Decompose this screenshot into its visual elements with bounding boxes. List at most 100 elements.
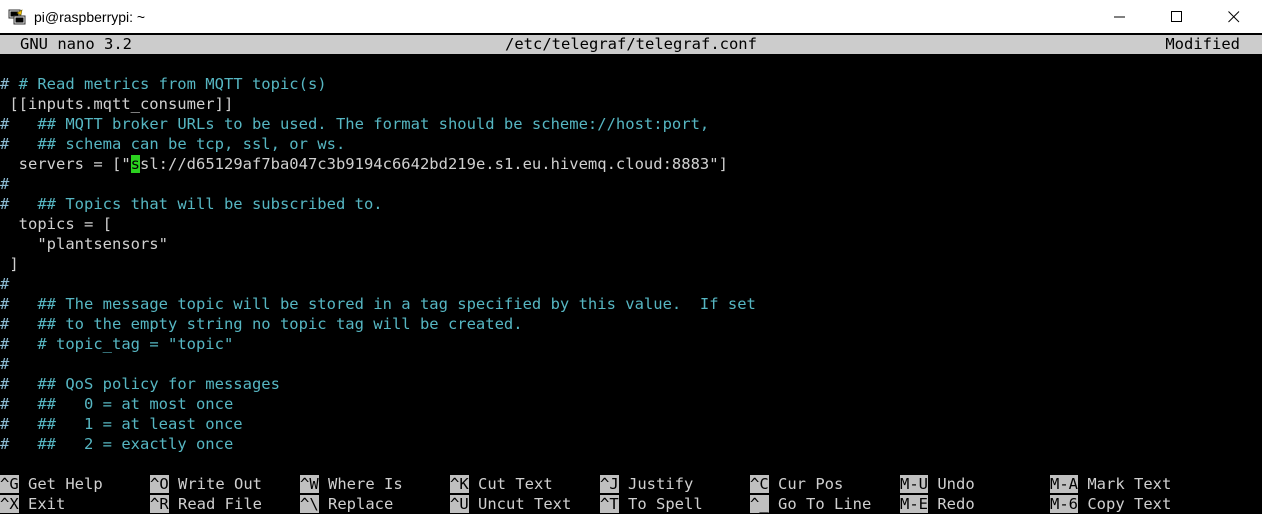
shortcut-key: M-6 bbox=[1050, 495, 1078, 513]
editor-line[interactable]: # ## QoS policy for messages bbox=[0, 374, 1262, 394]
comment-text: ## MQTT broker URLs to be used. The form… bbox=[9, 115, 710, 133]
shortcut-item: ^U Uncut Text bbox=[450, 494, 571, 514]
shortcut-label: Replace bbox=[318, 495, 394, 513]
shortcut-key: ^R bbox=[150, 495, 169, 513]
comment-text: ## 2 = exactly once bbox=[9, 435, 234, 453]
editor-line[interactable]: servers = ["ssl://d65129af7ba047c3b9194c… bbox=[0, 154, 1262, 174]
shortcut-key: M-E bbox=[900, 495, 928, 513]
shortcut-key: ^U bbox=[450, 495, 469, 513]
shortcut-key: ^K bbox=[450, 475, 469, 493]
window-title: pi@raspberrypi: ~ bbox=[34, 8, 146, 25]
comment-text: ## schema can be tcp, ssl, or ws. bbox=[9, 135, 346, 153]
shortcut-label: Redo bbox=[928, 495, 975, 513]
shortcut-label: Undo bbox=[928, 475, 975, 493]
shortcut-label: To Spell bbox=[618, 495, 703, 513]
comment-hash: # bbox=[0, 75, 19, 93]
code-text: "plantsensors" bbox=[0, 235, 168, 253]
close-button[interactable] bbox=[1205, 0, 1262, 33]
comment-text: ## 0 = at most once bbox=[9, 395, 234, 413]
shortcut-item: ^C Cur Pos bbox=[750, 474, 843, 494]
shortcut-item: M-6 Copy Text bbox=[1050, 494, 1171, 514]
editor-line[interactable]: # ## The message topic will be stored in… bbox=[0, 294, 1262, 314]
comment-hash: # bbox=[0, 395, 10, 413]
comment-hash: # bbox=[0, 275, 10, 293]
editor-line[interactable]: "plantsensors" bbox=[0, 234, 1262, 254]
shortcut-item: ^G Get Help bbox=[0, 474, 103, 494]
comment-hash: # bbox=[0, 435, 10, 453]
shortcut-label: Mark Text bbox=[1078, 475, 1172, 493]
editor-line[interactable]: # ## schema can be tcp, ssl, or ws. bbox=[0, 134, 1262, 154]
shortcut-label: Copy Text bbox=[1078, 495, 1172, 513]
window-controls bbox=[1091, 0, 1262, 33]
comment-hash: # bbox=[0, 355, 10, 373]
shortcut-item: ^X Exit bbox=[0, 494, 65, 514]
shortcut-key: ^G bbox=[0, 475, 19, 493]
shortcut-key: ^\ bbox=[300, 495, 319, 513]
shortcut-key: ^W bbox=[300, 475, 319, 493]
shortcut-key: ^J bbox=[600, 475, 619, 493]
shortcut-key: ^T bbox=[600, 495, 619, 513]
editor-line[interactable]: topics = [ bbox=[0, 214, 1262, 234]
comment-hash: # bbox=[0, 315, 10, 333]
shortcut-label: Exit bbox=[18, 495, 66, 513]
editor-line[interactable]: # ## to the empty string no topic tag wi… bbox=[0, 314, 1262, 334]
minimize-button[interactable] bbox=[1091, 0, 1148, 33]
comment-text: ## QoS policy for messages bbox=[9, 375, 280, 393]
text-cursor: s bbox=[130, 155, 140, 173]
code-text: sl://d65129af7ba047c3b9194c6642bd219e.s1… bbox=[140, 155, 728, 173]
shortcut-item: ^R Read File bbox=[150, 494, 262, 514]
shortcut-key: ^_ bbox=[750, 495, 769, 513]
shortcut-item: ^T To Spell bbox=[600, 494, 703, 514]
editor-line[interactable]: # ## 2 = exactly once bbox=[0, 434, 1262, 454]
file-name: /etc/telegraf/telegraf.conf bbox=[505, 35, 757, 53]
close-icon bbox=[1227, 10, 1239, 22]
shortcut-item: M-E Redo bbox=[900, 494, 975, 514]
terminal-window: pi@raspberrypi: ~ /etc/telegraf/telegraf… bbox=[0, 0, 1262, 517]
comment-hash: # bbox=[0, 175, 10, 193]
shortcut-key: M-U bbox=[900, 475, 928, 493]
comment-text: ## 1 = at least once bbox=[9, 415, 243, 433]
shortcut-item: M-U Undo bbox=[900, 474, 975, 494]
editor-line[interactable]: # ## 0 = at most once bbox=[0, 394, 1262, 414]
editor-line[interactable]: # bbox=[0, 354, 1262, 374]
editor-line[interactable]: # ## MQTT broker URLs to be used. The fo… bbox=[0, 114, 1262, 134]
nano-header-bar: /etc/telegraf/telegraf.conf GNU nano 3.2… bbox=[0, 35, 1262, 54]
comment-text: ## to the empty string no topic tag will… bbox=[9, 315, 523, 333]
shortcut-item: ^O Write Out bbox=[150, 474, 262, 494]
comment-text: ## Topics that will be subscribed to. bbox=[9, 195, 383, 213]
shortcut-label: Get Help bbox=[18, 475, 103, 493]
shortcut-item: M-A Mark Text bbox=[1050, 474, 1171, 494]
nano-version: GNU nano 3.2 bbox=[20, 35, 132, 53]
editor-line[interactable]: [[inputs.mqtt_consumer]] bbox=[0, 94, 1262, 114]
shortcut-label: Justify bbox=[618, 475, 694, 493]
editor-line[interactable]: # # Read metrics from MQTT topic(s) bbox=[0, 74, 1262, 94]
comment-hash: # bbox=[0, 135, 10, 153]
comment-hash: # bbox=[0, 335, 10, 353]
comment-hash: # bbox=[0, 375, 10, 393]
maximize-button[interactable] bbox=[1148, 0, 1205, 33]
editor-line[interactable]: # ## Topics that will be subscribed to. bbox=[0, 194, 1262, 214]
comment-text: # Read metrics from MQTT topic(s) bbox=[18, 75, 327, 93]
shortcut-key: ^C bbox=[750, 475, 769, 493]
shortcut-key: M-A bbox=[1050, 475, 1078, 493]
code-text: servers = [" bbox=[0, 155, 131, 173]
shortcut-row-1: ^G Get Help ^O Write Out ^W Where Is ^K Cut… bbox=[0, 474, 1262, 494]
comment-hash: # bbox=[0, 295, 10, 313]
shortcut-item: ^W Where Is bbox=[300, 474, 403, 494]
shortcut-key: ^O bbox=[150, 475, 169, 493]
code-text: [[inputs.mqtt_consumer]] bbox=[0, 95, 234, 113]
shortcut-label: Go To Line bbox=[768, 495, 872, 513]
comment-text: ## The message topic will be stored in a… bbox=[9, 295, 756, 313]
shortcut-label: Cut Text bbox=[468, 475, 553, 493]
code-text: topics = [ bbox=[0, 215, 112, 233]
editor-line[interactable]: # ## 1 = at least once bbox=[0, 414, 1262, 434]
shortcut-item: ^\ Replace bbox=[300, 494, 393, 514]
editor-line[interactable]: ] bbox=[0, 254, 1262, 274]
editor-line[interactable]: # # topic_tag = "topic" bbox=[0, 334, 1262, 354]
shortcut-item: ^_ Go To Line bbox=[750, 494, 871, 514]
title-bar[interactable]: pi@raspberrypi: ~ bbox=[0, 0, 1262, 33]
editor-line[interactable]: # bbox=[0, 174, 1262, 194]
editor-area[interactable]: # # Read metrics from MQTT topic(s) [[in… bbox=[0, 74, 1262, 464]
editor-line[interactable]: # bbox=[0, 274, 1262, 294]
shortcut-label: Read File bbox=[168, 495, 262, 513]
